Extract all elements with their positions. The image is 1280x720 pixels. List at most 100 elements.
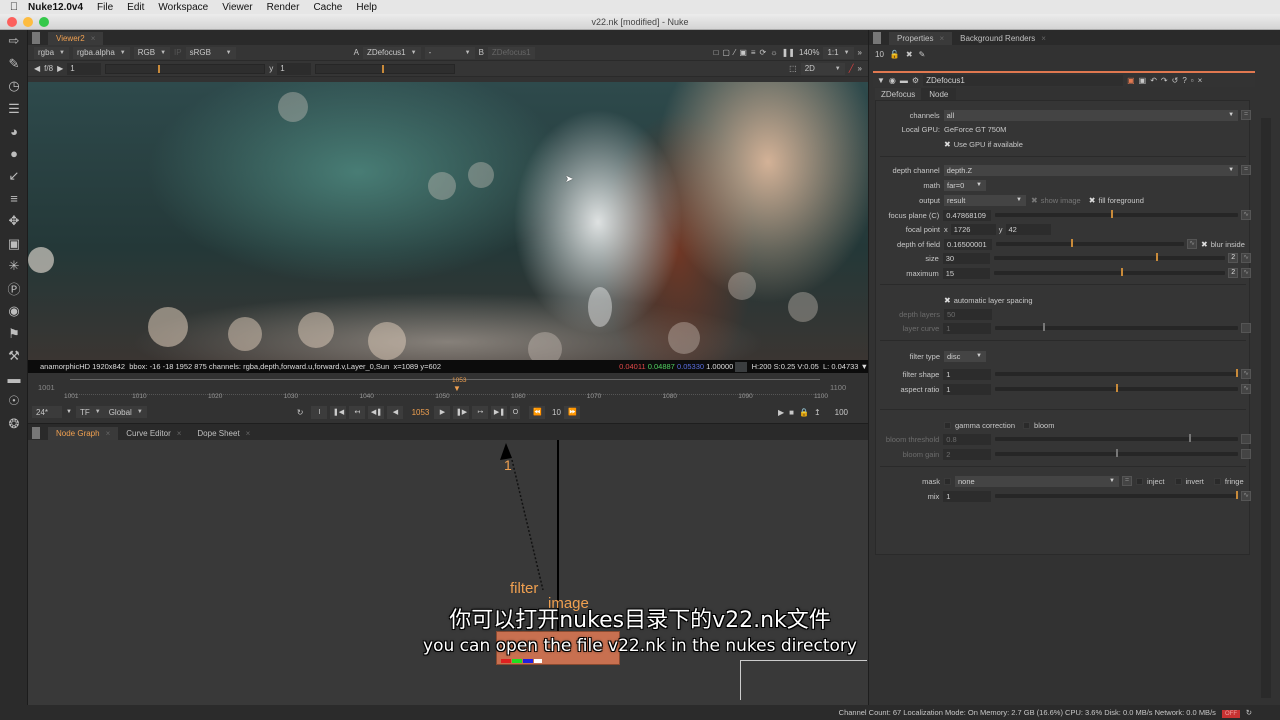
paint-icon[interactable]: ╱ <box>849 64 854 73</box>
node-graph-minimap[interactable] <box>740 660 867 700</box>
other-icon[interactable]: ▬ <box>0 368 28 391</box>
node-color-icon[interactable]: ⚙ <box>912 76 919 85</box>
curve-editor-button[interactable]: ∿ <box>1187 239 1197 249</box>
first-frame-button[interactable]: ❚◀ <box>330 405 347 419</box>
curve-editor-button[interactable]: ∿ <box>1241 268 1251 278</box>
fstop-value[interactable]: f/8 <box>44 64 53 73</box>
curve-editor-button[interactable] <box>1241 323 1251 333</box>
inject-checkbox[interactable] <box>1136 477 1143 485</box>
collapse-icon[interactable]: ▼ <box>877 76 885 85</box>
curve-editor-button[interactable]: ∿ <box>1241 491 1251 501</box>
end-frame-field[interactable]: 100 <box>835 408 848 417</box>
maximum-slider[interactable] <box>993 268 1226 276</box>
metadata-icon[interactable]: ⚑ <box>0 323 28 346</box>
in-point-button[interactable]: I <box>311 405 328 419</box>
network-status-badge[interactable]: OFF <box>1222 710 1240 718</box>
timeline-end[interactable]: 1100 <box>830 383 846 392</box>
prev-keyframe-button[interactable]: ↤ <box>349 405 366 419</box>
bloom-threshold-slider[interactable] <box>994 434 1239 442</box>
focal-x-field[interactable]: 1726 <box>950 223 996 235</box>
max-panels-field[interactable]: 10 <box>875 50 884 59</box>
menu-edit[interactable]: Edit <box>127 2 144 13</box>
time-icon[interactable]: ◷ <box>0 75 28 98</box>
maximum-views-button[interactable]: 2 <box>1228 268 1239 278</box>
blur-inside-checkbox[interactable]: ✖ <box>1201 240 1208 249</box>
aspect-ratio-slider[interactable] <box>994 384 1239 392</box>
next-frame-button[interactable]: ❚▶ <box>453 405 470 419</box>
range-mode-dropdown[interactable]: Global ▼ <box>104 406 147 418</box>
merge-icon[interactable]: ≡ <box>0 188 28 211</box>
focal-y-field[interactable]: 42 <box>1005 223 1051 235</box>
menu-cache[interactable]: Cache <box>313 2 342 13</box>
zoom-level[interactable]: 140% <box>799 48 819 57</box>
zoom-window-button[interactable] <box>39 17 49 27</box>
gamma-slider[interactable] <box>315 63 456 74</box>
show-image-checkbox[interactable]: ✖ <box>1031 196 1038 205</box>
mask-channel-dropdown[interactable]: none ▼ <box>955 475 1119 487</box>
3d-icon[interactable]: ▣ <box>0 233 28 256</box>
depth-channel-dropdown[interactable]: depth.Z ▼ <box>943 164 1239 176</box>
color-2-icon[interactable]: ▣ <box>1139 76 1147 85</box>
deep-icon[interactable]: Ⓟ <box>0 278 28 301</box>
size-field[interactable]: 30 <box>942 252 990 264</box>
timeline-start[interactable]: 1001 <box>38 383 55 392</box>
fstop-increase-icon[interactable]: ▶ <box>57 64 63 73</box>
step-field[interactable]: 10 <box>548 408 564 417</box>
math-dropdown[interactable]: far=0 ▼ <box>944 179 986 191</box>
views-icon[interactable]: ◉ <box>0 300 28 323</box>
expand-icon[interactable]: » <box>858 48 862 57</box>
bloom-checkbox[interactable] <box>1023 421 1031 429</box>
expand-icon[interactable]: » <box>858 64 862 73</box>
roi-icon[interactable]: □ <box>714 48 719 57</box>
close-icon[interactable]: × <box>106 427 111 440</box>
clear-panels-icon[interactable]: ✖ <box>906 50 913 59</box>
timeline[interactable]: 1001 1001 1010 1020 1030 1040 1050 1060 1070 108… <box>28 373 868 403</box>
mix-slider[interactable] <box>994 491 1239 499</box>
bloom-gain-field[interactable]: 2 <box>943 448 991 460</box>
tab-dope-sheet[interactable]: Dope Sheet × <box>189 427 258 440</box>
revert-icon[interactable]: ↺ <box>1172 76 1179 85</box>
aspect-ratio-field[interactable]: 1 <box>943 383 991 395</box>
close-icon[interactable]: × <box>246 427 251 440</box>
panel-grip[interactable] <box>32 32 40 44</box>
curve-editor-button[interactable]: ∿ <box>1241 369 1251 379</box>
alpha-channel-dropdown[interactable]: rgba.alpha ▼ <box>72 46 130 59</box>
current-frame-marker[interactable]: 1053 <box>452 377 466 384</box>
gain-field[interactable]: 1 <box>67 62 102 75</box>
toolsets-icon[interactable]: ⚒ <box>0 345 28 368</box>
particles-icon[interactable]: ✳ <box>0 255 28 278</box>
depth-of-field-field[interactable]: 0.16500001 <box>944 238 992 250</box>
filter-icon[interactable]: ● <box>0 143 28 166</box>
gamma-field[interactable]: 1 <box>277 62 312 75</box>
output-dropdown[interactable]: result ▼ <box>944 194 1026 206</box>
size-views-button[interactable]: 2 <box>1228 253 1239 263</box>
step-back-button[interactable]: ⏪ <box>529 405 546 419</box>
input-process-toggle[interactable]: IP <box>174 48 182 57</box>
channels-dropdown[interactable]: rgba ▼ <box>34 46 69 59</box>
float-icon[interactable]: ▫ <box>1191 76 1194 85</box>
next-keyframe-button[interactable]: ↦ <box>472 405 489 419</box>
pause-lock-icon[interactable]: ☼ <box>770 48 777 57</box>
export-icon[interactable]: ↥ <box>814 408 821 417</box>
refresh-icon[interactable]: ⟳ <box>760 48 767 57</box>
help-icon[interactable]: ? <box>1182 76 1186 85</box>
close-icon[interactable]: × <box>1198 76 1203 85</box>
draw-icon[interactable]: ✎ <box>0 53 28 76</box>
color-chip-icon[interactable]: ▬ <box>900 76 908 85</box>
filter-type-dropdown[interactable]: disc ▼ <box>944 350 986 362</box>
menu-render[interactable]: Render <box>267 2 300 13</box>
overlay-icon[interactable]: ▣ <box>739 48 747 57</box>
tab-properties[interactable]: Properties × <box>889 32 953 45</box>
flipbook-icon[interactable]: ▶ <box>778 408 784 417</box>
clipping-icon[interactable]: ⁄ <box>734 48 735 57</box>
node-tab-icon[interactable]: ◉ <box>889 76 896 85</box>
step-forward-button[interactable]: ⏩ <box>564 405 581 419</box>
focus-plane-field[interactable]: 0.47868109 <box>943 209 991 221</box>
layer-curve-field[interactable]: 1 <box>943 322 991 334</box>
redo-icon[interactable]: ↷ <box>1161 76 1168 85</box>
info-menu-icon[interactable]: ▼ <box>861 362 868 371</box>
last-frame-button[interactable]: ▶❚ <box>491 405 508 419</box>
mask-options-button[interactable]: = <box>1122 476 1132 486</box>
refresh-icon[interactable]: ↻ <box>1246 705 1252 720</box>
panel-grip[interactable] <box>873 32 881 44</box>
